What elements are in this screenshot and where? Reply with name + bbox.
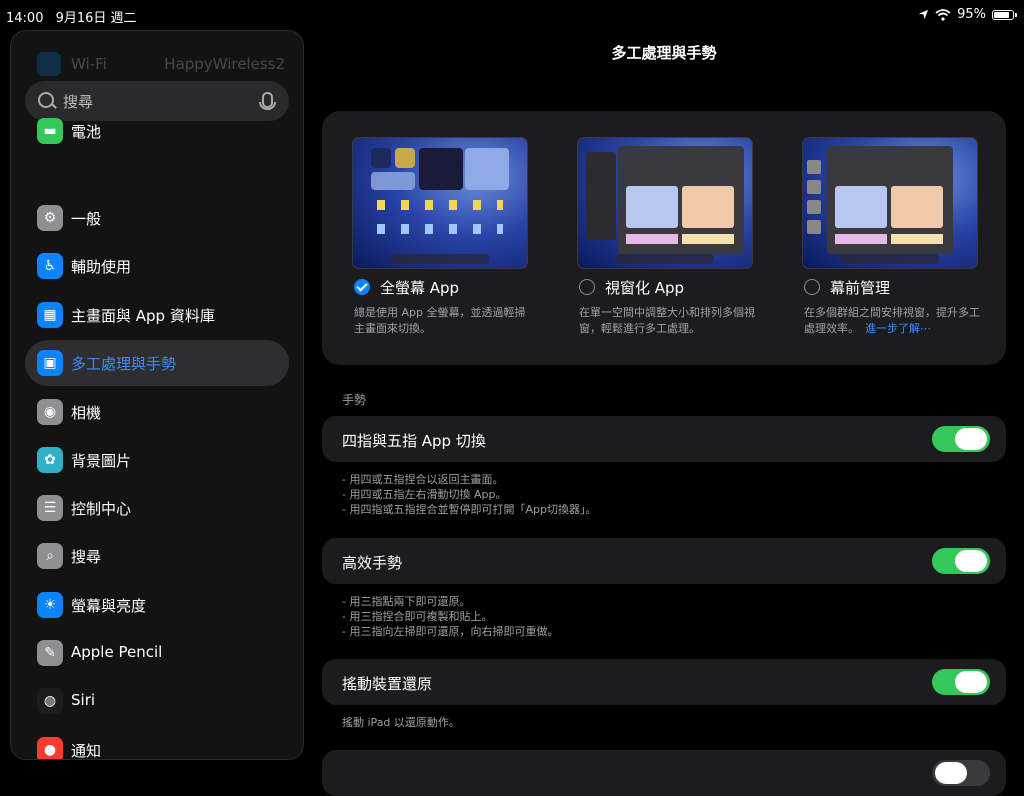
sidebar-item-label: 一般 [71, 210, 102, 228]
mode-label-fullscreen: 全螢幕 App [380, 279, 460, 297]
sidebar: Wi-Fi HappyWireless2 ▬ 電池 ⚙ 一般 ♿ 輔助使用 ▦ 主畫面與 Ap… [10, 30, 304, 760]
gestures-section-header: 手勢 [342, 393, 367, 407]
notifications-icon: ● [37, 737, 63, 759]
sidebar-item[interactable]: ▦ 主畫面與 App 資料庫 [25, 292, 289, 338]
mode-desc-windowed: 在單一空間中調整大小和排列多個視窗，輕鬆進行多工處理。 [579, 305, 759, 337]
toggle-row [322, 750, 1006, 796]
sidebar-item[interactable]: ✿ 背景圖片 [25, 437, 289, 483]
search-icon: ⌕ [37, 543, 63, 569]
toggle-switch[interactable] [932, 669, 990, 695]
sidebar-item-label: Wi-Fi [71, 55, 107, 73]
status-left: 14:00 9月16日 週二 [6, 7, 145, 26]
radio-windowed[interactable] [579, 279, 595, 295]
sidebar-item-label: 通知 [71, 742, 102, 760]
sidebar-item-label: 多工處理與手勢 [71, 355, 177, 373]
toggle-footnote: - 用三指點兩下即可還原。 - 用三指捏合即可複製和貼上。 - 用三指向左掃即可還原… [342, 594, 558, 639]
mode-desc-text: 總是使用 App 全螢幕，並透過輕掃主畫面來切換。 [354, 306, 526, 335]
sidebar-item-label: 控制中心 [71, 500, 132, 518]
wifi-icon [37, 52, 61, 76]
sidebar-item[interactable]: ◍ Siri [25, 678, 289, 724]
sidebar-item[interactable]: ◉ 相機 [25, 389, 289, 435]
toggle-label: 搖動裝置還原 [342, 675, 433, 693]
stage-manager-preview-image [802, 137, 978, 269]
wallpaper-icon: ✿ [37, 447, 63, 473]
status-time: 14:00 [6, 11, 44, 26]
sidebar-item[interactable]: ▬ 電池 [25, 108, 289, 154]
toggle-row: 四指與五指 App 切換 [322, 416, 1006, 462]
control-center-icon: ☰ [37, 495, 63, 521]
wifi-icon [935, 8, 951, 21]
toggle-row: 搖動裝置還原 [322, 659, 1006, 705]
pencil-icon: ✎ [37, 640, 63, 666]
footnote-line: - 用三指點兩下即可還原。 [342, 595, 471, 608]
toggle-knob [935, 762, 967, 784]
sidebar-item-label: Siri [71, 691, 96, 709]
fullscreen-preview-image [352, 137, 528, 269]
footnote-line: - 用四指或五指捏合並暫停即可打開「App切換器」。 [342, 503, 597, 516]
mode-label-stage-manager: 幕前管理 [830, 279, 891, 297]
sidebar-item[interactable]: ⌕ 搜尋 [25, 533, 289, 579]
mode-label-windowed: 視窗化 App [605, 279, 685, 297]
toggle-switch[interactable] [932, 548, 990, 574]
toggle-switch[interactable] [932, 760, 990, 786]
sidebar-item[interactable]: ☰ 控制中心 [25, 485, 289, 531]
toggle-knob [955, 428, 987, 450]
sidebar-item-label: Apple Pencil [71, 643, 163, 661]
footnote-line: - 用三指向左掃即可還原，向右掃即可重做。 [342, 625, 559, 638]
windowed-preview-image [577, 137, 753, 269]
mode-desc-fullscreen: 總是使用 App 全螢幕，並透過輕掃主畫面來切換。 [354, 305, 534, 337]
siri-icon: ◍ [37, 688, 63, 714]
sidebar-item-label: 搜尋 [71, 548, 102, 566]
search-icon [38, 92, 54, 108]
toggle-knob [955, 550, 987, 572]
sidebar-item-label: 輔助使用 [71, 258, 132, 276]
status-bar: 14:00 9月16日 週二 95% [0, 0, 1024, 30]
footnote-line: 搖動 iPad 以還原動作。 [342, 716, 460, 729]
sidebar-item[interactable]: ✎ Apple Pencil [25, 630, 289, 676]
toggle-knob [955, 671, 987, 693]
camera-icon: ◉ [37, 399, 63, 425]
learn-more-link[interactable]: 進一步了解⋯ [865, 322, 931, 335]
radio-stage-manager[interactable] [804, 279, 820, 295]
gear-icon: ⚙ [37, 205, 63, 231]
accessibility-icon: ♿ [37, 253, 63, 279]
wifi-network-name: HappyWireless2 [164, 55, 285, 73]
sidebar-item-wifi[interactable]: Wi-Fi HappyWireless2 [35, 51, 285, 77]
sidebar-item[interactable]: ♿ 輔助使用 [25, 243, 289, 289]
microphone-icon[interactable] [259, 92, 276, 110]
sidebar-item[interactable]: ● 通知 [25, 727, 289, 760]
sidebar-item[interactable]: ☀ 螢幕與亮度 [25, 582, 289, 628]
sidebar-item-label: 螢幕與亮度 [71, 597, 147, 615]
sidebar-item[interactable]: ▣ 多工處理與手勢 [25, 340, 289, 386]
home-screen-icon: ▦ [37, 302, 63, 328]
sidebar-item-label: 主畫面與 App 資料庫 [71, 307, 215, 325]
brightness-icon: ☀ [37, 592, 63, 618]
sidebar-item-label: 背景圖片 [71, 452, 132, 470]
sidebar-item[interactable]: ⚙ 一般 [25, 195, 289, 241]
sidebar-item-label: 電池 [71, 123, 102, 141]
footnote-line: - 用四或五指左右滑動切換 App。 [342, 488, 507, 501]
toggle-label: 高效手勢 [342, 554, 403, 572]
status-right: 95% [918, 7, 1017, 22]
battery-percent: 95% [957, 7, 986, 22]
battery-icon: ▬ [37, 118, 63, 144]
sidebar-item-label: 相機 [71, 404, 102, 422]
footnote-line: - 用四或五指捏合以返回主畫面。 [342, 473, 504, 486]
mode-desc-stage-manager: 在多個群組之間安排視窗，提升多工處理效率。 進一步了解⋯ [804, 305, 984, 337]
toggle-footnote: - 用四或五指捏合以返回主畫面。 - 用四或五指左右滑動切換 App。 - 用四指或… [342, 472, 596, 517]
multitasking-icon: ▣ [37, 350, 63, 376]
battery-icon [992, 9, 1017, 20]
mode-desc-text: 在單一空間中調整大小和排列多個視窗，輕鬆進行多工處理。 [579, 306, 755, 335]
toggle-row: 高效手勢 [322, 538, 1006, 584]
toggle-label: 四指與五指 App 切換 [342, 432, 486, 450]
toggle-footnote: 搖動 iPad 以還原動作。 [342, 715, 460, 730]
location-icon [919, 9, 929, 20]
toggle-switch[interactable] [932, 426, 990, 452]
status-date: 9月16日 週二 [55, 11, 137, 26]
multitasking-mode-card: 全螢幕 App 總是使用 App 全螢幕，並透過輕掃主畫面來切換。 視窗化 Ap… [322, 111, 1006, 365]
radio-fullscreen[interactable] [354, 279, 370, 295]
footnote-line: - 用三指捏合即可複製和貼上。 [342, 610, 493, 623]
page-title: 多工處理與手勢 [611, 44, 717, 62]
